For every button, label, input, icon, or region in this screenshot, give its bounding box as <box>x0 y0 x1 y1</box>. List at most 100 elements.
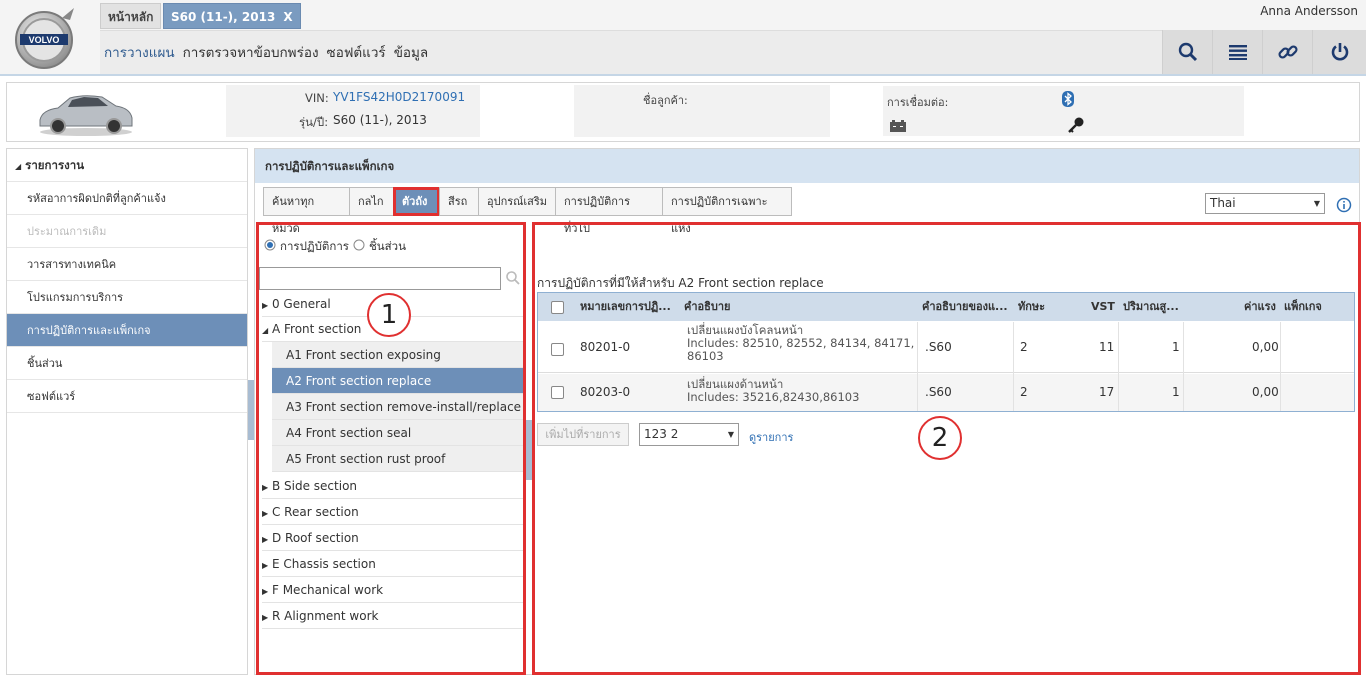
tree-node-a2[interactable]: A2 Front section replace <box>272 368 523 394</box>
sidebar-title[interactable]: ◢ รายการงาน <box>7 149 247 182</box>
radio-operations-label: การปฏิบัติการ <box>280 239 349 253</box>
row-skill: 2 <box>1020 385 1028 399</box>
link-icon <box>1277 45 1298 59</box>
tab-home[interactable]: หน้าหลัก <box>100 3 162 29</box>
model-label: รุ่น/ปี: <box>299 115 329 129</box>
tree-node-a1[interactable]: A1 Front section exposing <box>272 342 523 368</box>
tree-node-rear-section[interactable]: ▶ C Rear section <box>262 499 523 525</box>
row-description: เปลี่ยนแผงบังโคลนหน้า Includes: 82510, 82… <box>687 324 917 363</box>
sidebar-item-parts[interactable]: ชิ้นส่วน <box>7 347 247 380</box>
row-vst: 11 <box>1099 340 1115 354</box>
operation-number-link[interactable]: 80201-0 <box>580 340 630 354</box>
column-divider <box>1118 322 1119 411</box>
row-quantity: 1 <box>1172 385 1180 399</box>
col-labor[interactable]: ค่าแรง <box>1244 293 1284 321</box>
tree-node-a5[interactable]: A5 Front section rust proof <box>272 446 523 472</box>
tab-vehicle[interactable]: S60 (11-), 2013 X <box>163 3 301 29</box>
operation-number-link[interactable]: 80203-0 <box>580 385 630 399</box>
nav-information[interactable]: ข้อมูล <box>390 31 433 75</box>
sidebar-collapse-handle[interactable] <box>248 380 254 440</box>
col-vst[interactable]: VST <box>1091 293 1121 321</box>
search-button[interactable] <box>1162 30 1212 74</box>
table-row[interactable]: 80203-0 เปลี่ยนแผงด้านหน้า Includes: 3521… <box>538 374 1354 411</box>
col-operation-number[interactable]: หมายเลขการปฏิ... <box>580 293 680 321</box>
menu-button[interactable] <box>1212 30 1262 74</box>
filter-tab-local-operations[interactable]: การปฏิบัติการเฉพาะแห่ง <box>662 187 792 235</box>
row-includes-text: Includes: 82510, 82552, 84134, 84171, 86… <box>687 336 915 363</box>
tree-search-input[interactable] <box>259 267 501 290</box>
tree-node-chassis-section[interactable]: ▶ E Chassis section <box>262 551 523 577</box>
volvo-logo[interactable]: VOLVO <box>12 4 80 72</box>
tree-node-alignment-work[interactable]: ▶ R Alignment work <box>262 603 523 629</box>
tab-vehicle-label: S60 (11-), 2013 <box>171 10 276 24</box>
search-icon[interactable] <box>505 270 521 286</box>
connection-label: การเชื่อมต่อ: <box>887 96 949 109</box>
col-package[interactable]: แพ็กเกจ <box>1284 293 1334 321</box>
tree-node-a3[interactable]: A3 Front section remove-install/replace <box>272 394 523 420</box>
logout-button[interactable] <box>1312 30 1366 74</box>
sidebar-item-service-programs[interactable]: โปรแกรมการบริการ <box>7 281 247 314</box>
operations-table: หมายเลขการปฏิ... คำอธิบาย คำอธิบายของแ..… <box>537 292 1355 412</box>
tree-node-roof-section[interactable]: ▶ D Roof section <box>262 525 523 551</box>
col-description[interactable]: คำอธิบาย <box>684 293 804 321</box>
column-divider <box>917 322 918 411</box>
filter-tab-accessories[interactable]: อุปกรณ์เสริม <box>478 187 556 216</box>
filter-tab-general-operations[interactable]: การปฏิบัติการทั่วไป <box>555 187 663 235</box>
collapse-arrow-icon: ◢ <box>262 326 269 335</box>
dropdown-arrow-icon: ▼ <box>727 430 734 439</box>
list-select[interactable]: 123 2 ▼ <box>639 423 739 446</box>
tree-node-a4[interactable]: A4 Front section seal <box>272 420 523 446</box>
sidebar-item-customer-complaint[interactable]: รหัสอาการผิดปกติที่ลูกค้าแจ้ง <box>7 182 247 215</box>
col-model-description[interactable]: คำอธิบายของแ... <box>922 293 1022 321</box>
dropdown-arrow-icon: ▼ <box>1313 199 1320 208</box>
list-icon <box>1228 45 1247 60</box>
tree-node-label: R Alignment work <box>271 609 379 623</box>
logo-text: VOLVO <box>29 35 60 45</box>
tree-node-side-section[interactable]: ▶ B Side section <box>262 473 523 499</box>
filter-tab-paint[interactable]: สีรถ <box>439 187 479 216</box>
key-icon <box>1068 117 1084 133</box>
select-all-checkbox[interactable] <box>551 301 564 314</box>
tree-node-mechanical-work[interactable]: ▶ F Mechanical work <box>262 577 523 603</box>
link-button[interactable] <box>1262 30 1312 74</box>
expand-arrow-icon: ▶ <box>262 535 269 544</box>
nav-diagnostics[interactable]: การตรวจหาข้อบกพร่อง <box>179 31 323 75</box>
row-checkbox[interactable] <box>551 343 564 356</box>
row-model: .S60 <box>925 385 952 399</box>
filter-tab-all[interactable]: ค้นหาทุกหมวด <box>263 187 350 235</box>
sidebar-item-technical-journals[interactable]: วารสารทางเทคนิค <box>7 248 247 281</box>
row-includes-text: Includes: 35216,82430,86103 <box>687 390 860 404</box>
radio-parts[interactable] <box>353 239 365 251</box>
collapse-triangle-icon: ◢ <box>15 162 22 171</box>
sidebar-item-software[interactable]: ซอฟต์แวร์ <box>7 380 247 413</box>
language-select[interactable]: Thai ▼ <box>1205 193 1325 214</box>
main-panel-title: การปฏิบัติการและแพ็กเกจ <box>255 149 1359 183</box>
expand-arrow-icon: ▶ <box>262 587 269 596</box>
row-description: เปลี่ยนแผงด้านหน้า Includes: 35216,82430,… <box>687 378 917 404</box>
filter-tab-mechanics[interactable]: กลไก <box>349 187 394 216</box>
battery-icon <box>890 120 906 132</box>
nav-planning[interactable]: การวางแผน <box>100 31 179 75</box>
expand-arrow-icon: ▶ <box>262 483 269 492</box>
filter-tab-body[interactable]: ตัวถัง <box>393 187 440 216</box>
info-icon[interactable] <box>1336 197 1352 213</box>
close-tab-icon[interactable]: X <box>283 10 292 24</box>
view-list-link[interactable]: ดูรายการ <box>749 428 793 446</box>
row-checkbox[interactable] <box>551 386 564 399</box>
expand-arrow-icon: ▶ <box>262 301 269 310</box>
table-row[interactable]: 80201-0 เปลี่ยนแผงบังโคลนหน้า Includes: 8… <box>538 322 1354 373</box>
list-select-value: 123 2 <box>644 427 679 441</box>
row-quantity: 1 <box>1172 340 1180 354</box>
search-icon <box>1178 42 1197 62</box>
row-labor: 0,00 <box>1252 385 1279 399</box>
column-divider <box>1183 322 1184 411</box>
col-max-quantity[interactable]: ปริมาณสู... <box>1123 293 1193 321</box>
vin-label: VIN: <box>305 91 329 105</box>
power-icon <box>1331 43 1348 61</box>
col-skill[interactable]: ทักษะ <box>1018 293 1058 321</box>
nav-software[interactable]: ซอฟต์แวร์ <box>323 31 390 75</box>
sidebar-item-operations-packages[interactable]: การปฏิบัติการและแพ็กเกจ <box>7 314 247 347</box>
tree-node-label: C Rear section <box>271 505 359 519</box>
radio-operations[interactable] <box>264 239 276 251</box>
customer-box <box>574 85 830 137</box>
